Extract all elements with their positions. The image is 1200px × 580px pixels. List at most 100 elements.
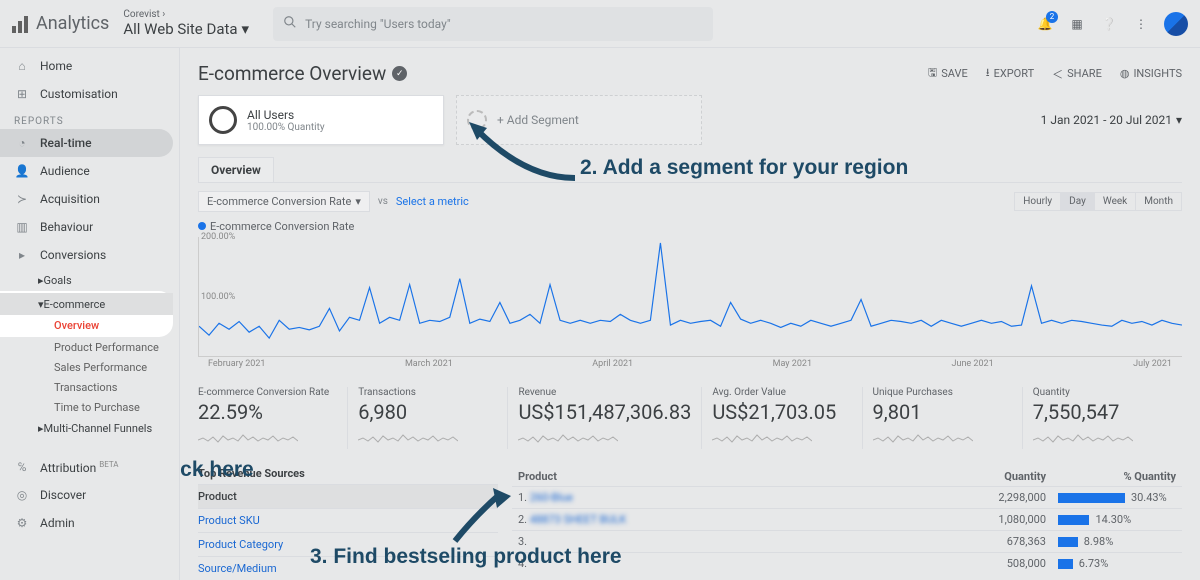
nav-admin[interactable]: ⚙Admin [0, 509, 179, 537]
grain-hourly[interactable]: Hourly [1015, 193, 1061, 210]
add-segment-button[interactable]: + Add Segment [456, 95, 702, 145]
primary-metric-select[interactable]: E-commerce Conversion Rate▾ [198, 191, 370, 212]
source-row[interactable]: Source/Medium [198, 556, 498, 580]
kpi-value: 6,980 [358, 400, 497, 424]
kpi-value: 22.59% [198, 400, 337, 424]
search-input[interactable]: Try searching "Users today" [273, 7, 713, 41]
qty-cell: 2,298,000 [873, 487, 1052, 509]
grain-day[interactable]: Day [1061, 193, 1095, 210]
top-revenue-sources: Top Revenue Sources ProductProduct SKUPr… [198, 467, 498, 580]
nav-time-to-purchase[interactable]: Time to Purchase [0, 397, 179, 417]
pct-cell: 14.30% [1052, 509, 1182, 531]
share-button[interactable]: ＜SHARE [1052, 64, 1102, 83]
avatar[interactable] [1164, 12, 1188, 36]
x-tick: February 2021 [208, 359, 265, 369]
chevron-down-icon: ▾ [242, 20, 250, 38]
grain-month[interactable]: Month [1136, 193, 1181, 210]
nav-customisation[interactable]: ⊞Customisation [0, 80, 179, 108]
source-row[interactable]: Product Category [198, 532, 498, 556]
qty-cell: 1,080,000 [873, 509, 1052, 531]
nav-ecommerce[interactable]: ▾ E-commerce [0, 293, 173, 315]
kpi-label: Revenue [518, 387, 691, 398]
analytics-logo-icon [12, 15, 30, 33]
pct-cell: 6.73% [1052, 553, 1182, 575]
insights-button[interactable]: ◍INSIGHTS [1120, 64, 1182, 83]
table-row[interactable]: 2. 48873 SHEET BULK1,080,00014.30% [512, 509, 1182, 531]
kpi-card[interactable]: Avg. Order ValueUS$21,703.05 [701, 387, 861, 449]
nav-discover[interactable]: ◎Discover [0, 481, 179, 509]
nav-acquisition[interactable]: ≻Acquisition [0, 185, 179, 213]
add-circle-icon [467, 110, 487, 130]
attribution-icon: ℅ [14, 460, 30, 474]
x-tick: May 2021 [773, 359, 812, 369]
save-icon: 🖫 [928, 64, 937, 83]
kpi-value: US$151,487,306.83 [518, 400, 691, 424]
more-vert-icon[interactable]: ⋮ [1132, 15, 1150, 33]
nav-multichannel[interactable]: ▸ Multi-Channel Funnels [0, 417, 179, 439]
kpi-value: US$21,703.05 [712, 400, 851, 424]
discover-icon: ◎ [14, 488, 30, 502]
products-table: Product Quantity % Quantity 1. 260-Blue2… [512, 467, 1182, 580]
nav-goals[interactable]: ▸ Goals [0, 269, 179, 291]
nav-realtime[interactable]: ◔Real-time [0, 129, 173, 157]
kpi-card[interactable]: E-commerce Conversion Rate 22.59% [198, 387, 347, 449]
table-row[interactable]: 4. 508,0006.73% [512, 553, 1182, 575]
kpi-card[interactable]: Unique Purchases9,801 [862, 387, 1022, 449]
kpi-label: Quantity [1033, 387, 1172, 398]
table-row[interactable]: 1. 260-Blue2,298,00030.43% [512, 487, 1182, 509]
tab-overview[interactable]: Overview [198, 157, 274, 182]
nav-transactions[interactable]: Transactions [0, 377, 179, 397]
nav-product-perf[interactable]: Product Performance [0, 337, 179, 357]
kpi-label: Unique Purchases [873, 387, 1012, 398]
kpi-label: E-commerce Conversion Rate [198, 387, 337, 398]
nav-behaviour[interactable]: ▥Behaviour [0, 213, 179, 241]
kpi-card[interactable]: Quantity 7,550,547 [1022, 387, 1182, 449]
top-actions: 🔔2 ▦ ❔ ⋮ [1036, 12, 1188, 36]
line-chart[interactable]: 200.00% 100.00% [198, 237, 1182, 357]
flag-icon: ▸ [14, 248, 30, 262]
reports-label: REPORTS [0, 108, 179, 129]
export-button[interactable]: ⭳EXPORT [986, 64, 1034, 83]
apps-icon[interactable]: ▦ [1068, 15, 1086, 33]
kpi-row: E-commerce Conversion Rate 22.59% Transact… [198, 387, 1182, 449]
sidebar: ⌂Home ⊞Customisation REPORTS ◔Real-time … [0, 48, 180, 580]
kpi-card[interactable]: Transactions6,980 [347, 387, 507, 449]
secondary-metric-select[interactable]: Select a metric [396, 195, 469, 208]
help-icon[interactable]: ❔ [1100, 15, 1118, 33]
qty-cell: 508,000 [873, 553, 1052, 575]
table-row[interactable]: 3. 678,3638.98% [512, 531, 1182, 553]
nav-attribution[interactable]: ℅AttributionBETA [0, 453, 179, 481]
gear-icon: ⚙ [14, 516, 30, 530]
source-row[interactable]: Product [198, 484, 498, 508]
chevron-down-icon: ▾ [355, 195, 361, 208]
kpi-value: 7,550,547 [1033, 400, 1172, 424]
segment-circle-icon [209, 106, 237, 134]
clock-icon: ◔ [14, 136, 30, 150]
segment-title: All Users [247, 108, 325, 122]
grain-week[interactable]: Week [1095, 193, 1136, 210]
kpi-card[interactable]: Revenue US$151,487,306.83 [507, 387, 701, 449]
product-cell: 3. [512, 531, 873, 553]
chart-legend: E-commerce Conversion Rate [198, 220, 1182, 233]
share-icon: ＜ [1052, 66, 1063, 82]
nav-conversions[interactable]: ▸Conversions [0, 241, 179, 269]
nav-home[interactable]: ⌂Home [0, 52, 179, 80]
nav-ecom-overview[interactable]: Overview [0, 315, 167, 335]
source-row[interactable]: Product SKU [198, 508, 498, 532]
person-icon: 👤 [14, 164, 30, 178]
property-selector[interactable]: Corevist › All Web Site Data ▾ [123, 9, 249, 38]
save-button[interactable]: 🖫SAVE [928, 64, 968, 83]
segment-card[interactable]: All Users 100.00% Quantity [198, 95, 444, 145]
product-cell: 2. 48873 SHEET BULK [512, 509, 873, 531]
view-name: All Web Site Data [123, 20, 237, 38]
bell-icon[interactable]: 🔔2 [1036, 15, 1054, 33]
product-cell: 1. 260-Blue [512, 487, 873, 509]
nav-audience[interactable]: 👤Audience [0, 157, 179, 185]
col-quantity: Quantity [873, 467, 1052, 487]
date-range-picker[interactable]: 1 Jan 2021 - 20 Jul 2021 ▾ [1041, 113, 1182, 127]
property-crumb: Corevist › [123, 9, 249, 20]
col-product: Product [512, 467, 873, 487]
qty-cell: 678,363 [873, 531, 1052, 553]
legend-dot-icon [198, 222, 206, 230]
nav-sales-perf[interactable]: Sales Performance [0, 357, 179, 377]
